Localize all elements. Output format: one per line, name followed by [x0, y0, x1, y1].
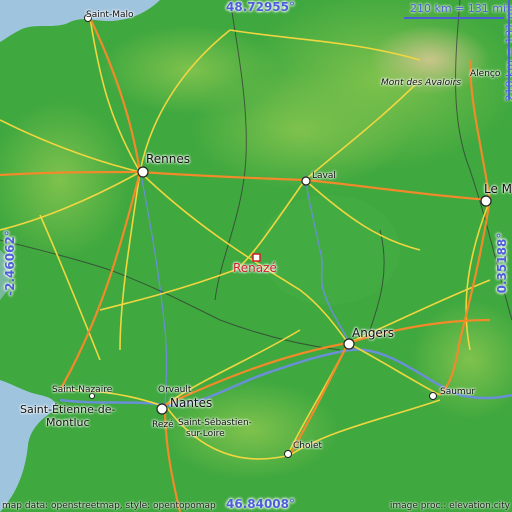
- credit-image-proc: image proc.: elevation.city: [389, 501, 510, 511]
- label-orvault: Orvault: [158, 385, 192, 395]
- scale-bar-top: [404, 17, 504, 19]
- scale-bar-right: [508, 0, 510, 100]
- latitude-bottom: 46.84008°: [226, 497, 296, 511]
- label-rennes: Rennes: [146, 152, 191, 166]
- scale-top: 210 km = 131 mi: [410, 2, 507, 15]
- label-reze: Rezé: [152, 420, 174, 430]
- label-saint-sebastien-line1: Saint-Sébastien-: [178, 418, 252, 428]
- label-angers: Angers: [352, 326, 394, 340]
- label-saint-nazaire: Saint-Nazaire: [52, 385, 113, 395]
- lowland-center: [260, 195, 400, 305]
- longitude-left: -2.46062°: [3, 230, 17, 296]
- label-nantes: Nantes: [170, 396, 213, 410]
- label-alencon: Alenço: [470, 69, 501, 79]
- label-cholet: Cholet: [293, 441, 323, 451]
- label-renaze[interactable]: Renazé: [233, 261, 277, 275]
- label-saint-etienne-line2: Montluc: [46, 416, 90, 429]
- label-saumur: Saumur: [440, 387, 476, 397]
- renaze-marker[interactable]: [252, 253, 261, 262]
- credit-map-data: map data: openstreetmap, style: opentopo…: [2, 501, 216, 511]
- label-saint-malo: Saint-Malo: [86, 10, 134, 20]
- label-mont-des-avaloirs: Mont des Avaloirs: [381, 78, 462, 88]
- label-saint-sebastien-line2: sur-Loire: [186, 429, 225, 439]
- longitude-right: 0.35188°: [495, 232, 509, 294]
- topographic-map[interactable]: [0, 0, 512, 512]
- label-laval: Laval: [312, 171, 336, 181]
- latitude-top: 48.72955°: [226, 0, 296, 14]
- label-le-mans: Le M: [484, 182, 512, 196]
- label-saint-etienne-line1: Saint-Étienne-de-: [20, 403, 116, 416]
